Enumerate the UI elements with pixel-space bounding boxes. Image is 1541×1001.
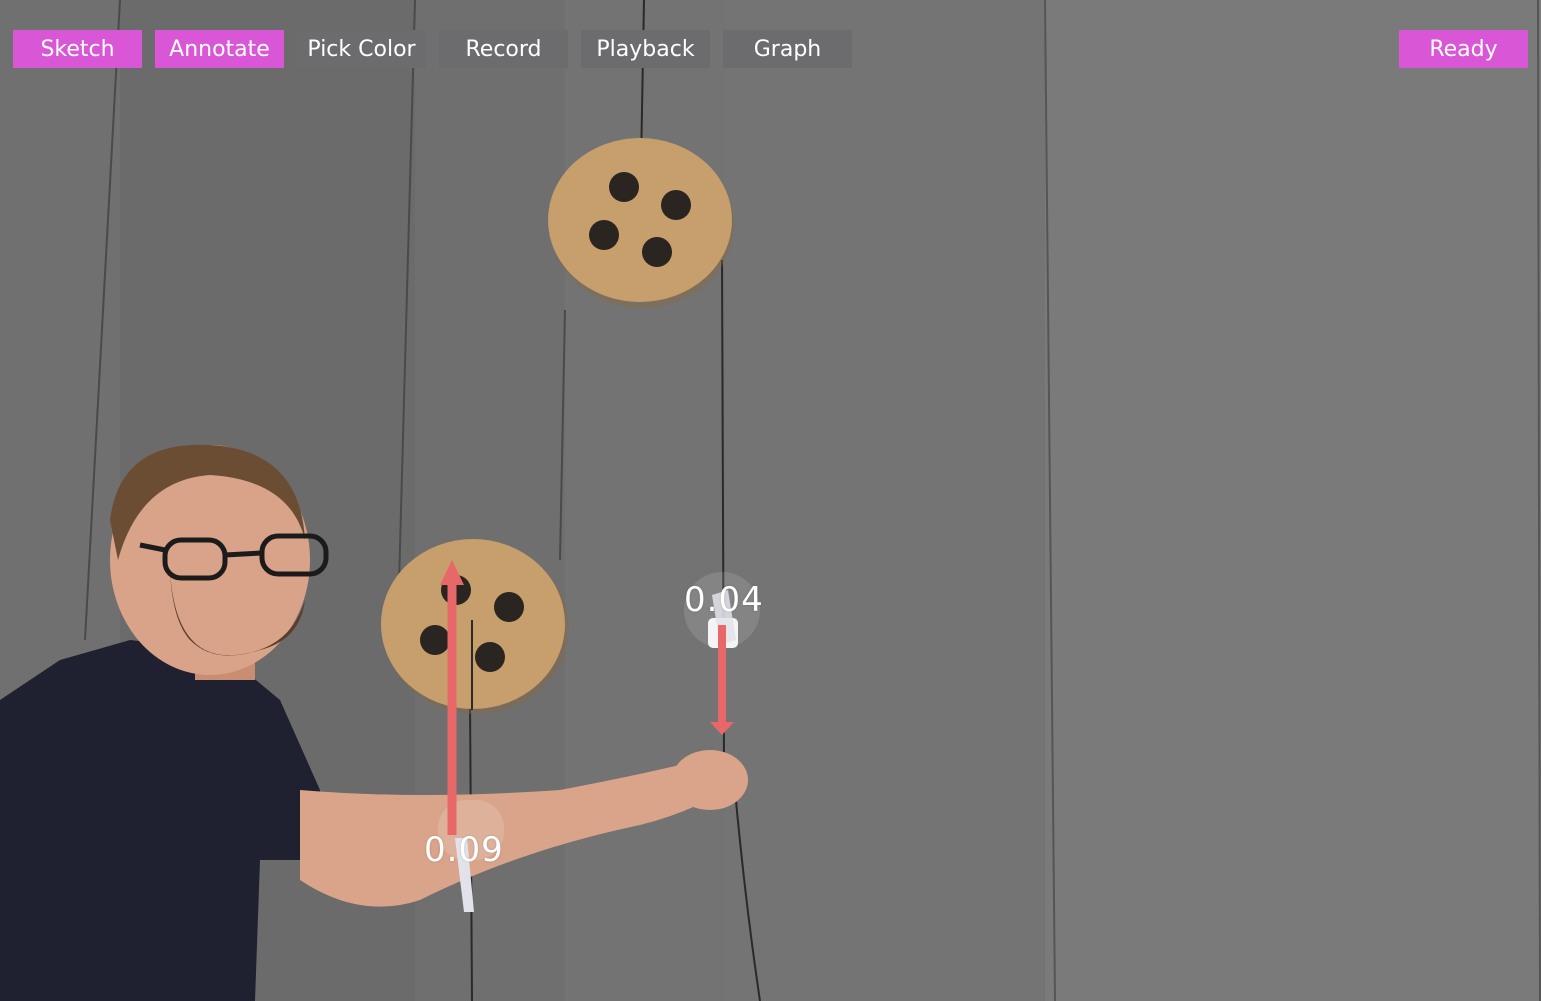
force-value-label-right: 0.04	[684, 580, 764, 620]
record-button[interactable]: Record	[439, 30, 568, 68]
annotate-button[interactable]: Annotate	[155, 30, 284, 68]
ready-button[interactable]: Ready	[1399, 30, 1528, 68]
force-value-label-left: 0.09	[424, 830, 504, 870]
sketch-button[interactable]: Sketch	[13, 30, 142, 68]
graph-button[interactable]: Graph	[723, 30, 852, 68]
pick-color-button[interactable]: Pick Color	[297, 30, 426, 68]
ar-camera-view: 0.04 0.09 Sketch Annotate Pick Color Rec…	[0, 0, 1541, 1001]
playback-button[interactable]: Playback	[581, 30, 710, 68]
camera-scene	[0, 0, 1541, 1001]
